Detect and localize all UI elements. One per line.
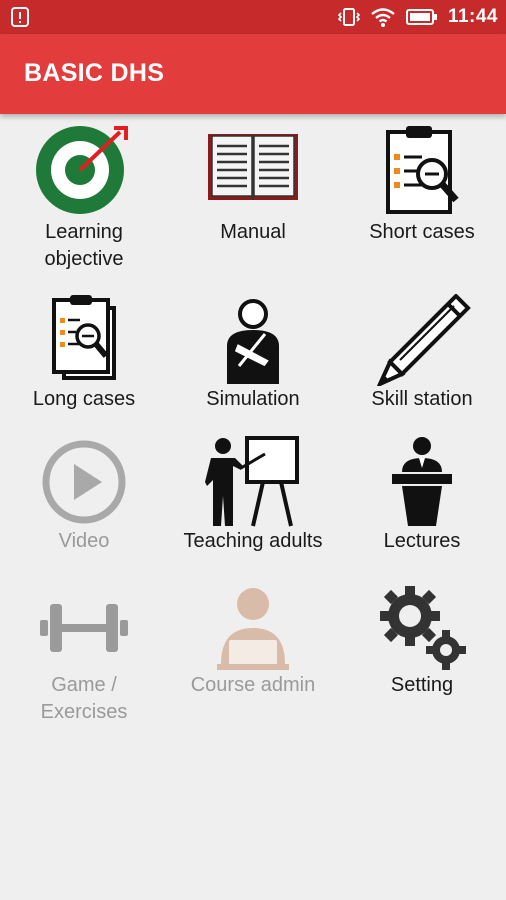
menu-item-teaching-adults[interactable]: Teaching adults [169,436,337,561]
book-icon [203,124,303,216]
menu-item-label: Short cases [369,221,475,243]
teacher-board-icon [203,436,303,528]
clipboard-stack-icon [34,294,134,386]
menu-item-label: Manual [220,221,286,243]
status-bar: 11:44 [0,0,506,34]
admin-person-icon [203,582,303,674]
app-bar: BASIC DHS [0,34,506,114]
app-title: BASIC DHS [24,59,165,87]
menu-item-label: Setting [390,674,454,696]
patient-sling-icon [203,294,303,386]
menu-item-lectures[interactable]: Lectures [338,436,506,561]
menu-item-long-cases[interactable]: Long cases [0,294,168,419]
dumbbell-icon [34,582,134,674]
battery-icon [405,9,437,25]
menu-item-label: Simulation [206,388,300,410]
menu-item-manual[interactable]: Manual [169,124,337,279]
menu-item-skill-station[interactable]: Skill station [338,294,506,419]
menu-item-setting[interactable]: Setting [338,582,506,732]
menu-item-label: Learning objective [44,221,124,270]
menu-item-label: Game / Exercises [40,674,128,723]
lecturer-podium-icon [372,436,472,528]
menu-item-game-exercises[interactable]: Game / Exercises [0,582,168,732]
gears-icon [372,582,472,674]
menu-item-label: Teaching adults [183,530,323,552]
vibrate-icon [337,8,360,26]
clock: 11:44 [447,6,498,27]
clipboard-search-icon [372,124,472,216]
menu-item-label: Lectures [383,530,461,552]
menu-item-label: Long cases [32,388,136,410]
menu-item-simulation[interactable]: Simulation [169,294,337,419]
menu-item-label: Course admin [190,674,316,696]
menu-item-video[interactable]: Video [0,436,168,561]
alert-icon [11,7,29,27]
menu-item-short-cases[interactable]: Short cases [338,124,506,279]
pencil-icon [372,294,472,386]
menu-item-label: Skill station [371,388,473,410]
play-icon [34,436,134,528]
menu-item-course-admin[interactable]: Course admin [169,582,337,732]
menu-item-label: Video [58,530,110,552]
wifi-icon [371,8,395,27]
menu-item-learning-objective[interactable]: Learning objective [0,124,168,279]
target-icon [34,124,134,216]
